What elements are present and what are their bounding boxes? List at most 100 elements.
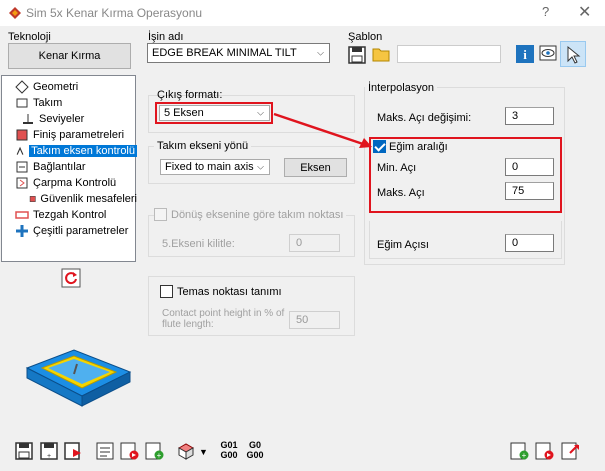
preview-icon[interactable] xyxy=(538,44,558,64)
open-folder-icon[interactable] xyxy=(371,44,391,64)
temas-input[interactable]: 50 xyxy=(289,311,340,329)
teknoloji-label: Teknoloji xyxy=(8,31,51,43)
bottom-toolbar: + + ▼ G01 G00 G0 G00 + xyxy=(0,435,605,471)
tree-item-label: Takım xyxy=(33,97,63,109)
chevron-down-icon[interactable]: ▼ xyxy=(199,447,208,457)
tool-icon xyxy=(16,98,28,108)
cursor-icon xyxy=(567,45,581,64)
tree-item[interactable]: Tezgah Kontrol xyxy=(7,207,137,223)
chevron-down-icon: ⌵ xyxy=(257,107,264,118)
help-button[interactable]: ? xyxy=(542,4,549,19)
g01-g00-button[interactable]: G01 G00 xyxy=(218,440,240,460)
donus-checkbox-row[interactable]: Dönüş eksenine göre takım noktası xyxy=(154,208,347,221)
isin-adi-value: EDGE BREAK MINIMAL TILT xyxy=(152,47,297,59)
calculate-close-icon[interactable] xyxy=(119,441,139,461)
temas-checkbox[interactable] xyxy=(160,285,173,298)
window-title: Sim 5x Kenar Kırma Operasyonu xyxy=(26,6,203,20)
temas-label: Temas noktası tanımı xyxy=(177,285,282,298)
tree-item-label: Finiş parametreleri xyxy=(33,129,125,141)
close-button[interactable]: ✕ xyxy=(578,2,591,22)
collision-icon xyxy=(16,177,28,189)
tree-item-label: Güvenlik mesafeleri xyxy=(40,193,137,205)
misc-params-icon xyxy=(16,225,28,237)
tree-item[interactable]: Geometri xyxy=(7,79,137,95)
maks-aci-degisimi-label: Maks. Açı değişimi: xyxy=(377,112,472,124)
geometry-icon xyxy=(15,80,29,94)
tool-axis-icon xyxy=(16,146,24,155)
stock-box-icon[interactable] xyxy=(176,441,196,461)
donus-checkbox[interactable] xyxy=(154,208,167,221)
isin-adi-combo[interactable]: EDGE BREAK MINIMAL TILT ⌵ xyxy=(147,43,330,63)
machine-control-icon xyxy=(15,211,29,219)
tree-item-label: Bağlantılar xyxy=(33,161,86,173)
clearance-icon xyxy=(29,196,36,202)
eksen-button[interactable]: Eksen xyxy=(284,158,347,177)
save-template-icon[interactable] xyxy=(347,45,367,65)
egim-checkbox-row[interactable]: Eğim aralığı xyxy=(373,140,448,153)
save-icon[interactable] xyxy=(14,441,34,461)
interpolasyon-title: İnterpolasyon xyxy=(365,82,438,94)
tree-item-label: Geometri xyxy=(33,81,79,93)
levels-icon xyxy=(23,114,33,124)
kilitle-label: 5.Ekseni kilitle: xyxy=(162,238,235,250)
run-operation-icon[interactable] xyxy=(534,441,554,461)
calculate-add-icon[interactable]: + xyxy=(144,441,164,461)
egim-checkbox-label: Eğim aralığı xyxy=(389,140,448,153)
kenar-kirma-button[interactable]: Kenar Kırma xyxy=(8,43,131,69)
maks-aci-label: Maks. Açı xyxy=(377,187,425,199)
temas-description: Contact point height in % of flute lengt… xyxy=(162,308,285,330)
sablon-input[interactable] xyxy=(397,45,501,63)
info-icon[interactable]: i xyxy=(515,44,535,64)
g00-label: G00 xyxy=(220,450,238,460)
min-aci-label: Min. Açı xyxy=(377,162,417,174)
calculate-icon[interactable] xyxy=(95,441,115,461)
tree-item-label: Çeşitli parametreler xyxy=(33,225,129,237)
takim-ekseni-title: Takım ekseni yönü xyxy=(154,140,252,152)
tree-item-label: Takım eksen kontrolü xyxy=(29,145,137,157)
takim-ekseni-combo[interactable]: Fixed to main axis ⌵ xyxy=(160,159,270,175)
cikis-formati-value: 5 Eksen xyxy=(164,107,204,119)
tree-item[interactable]: Bağlantılar xyxy=(7,159,137,175)
edge-break-preview-image xyxy=(25,349,132,407)
cikis-formati-combo[interactable]: 5 Eksen ⌵ xyxy=(159,105,270,121)
maks-aci-degisimi-input[interactable]: 3 xyxy=(505,107,554,125)
g0-g00-button[interactable]: G0 G00 xyxy=(243,440,267,460)
parameter-tree: Geometri Takım Seviyeler Finiş parametreler… xyxy=(1,75,137,262)
sablon-label: Şablon xyxy=(348,31,383,43)
app-icon xyxy=(9,7,21,19)
tree-item-label: Tezgah Kontrol xyxy=(33,209,107,221)
min-aci-input[interactable]: 0 xyxy=(505,158,554,176)
save-export-icon[interactable] xyxy=(63,441,83,461)
svg-text:+: + xyxy=(522,451,527,460)
g00-label-2: G00 xyxy=(246,450,264,460)
tree-item[interactable]: Güvenlik mesafeleri xyxy=(7,191,137,207)
tree-item[interactable]: Çarpma Kontrolü xyxy=(7,175,137,191)
tree-item[interactable]: Takım xyxy=(7,95,137,111)
tree-item[interactable]: Çeşitli parametreler xyxy=(7,223,137,239)
svg-text:i: i xyxy=(523,47,527,62)
cikis-formati-label: Çıkış formatı: xyxy=(157,89,223,101)
tree-item[interactable]: Seviyeler xyxy=(7,111,137,127)
tree-item[interactable]: Finiş parametreleri xyxy=(7,127,137,143)
finish-params-icon xyxy=(16,129,28,141)
temas-checkbox-row[interactable]: Temas noktası tanımı xyxy=(160,285,282,298)
title-bar: Sim 5x Kenar Kırma Operasyonu ? ✕ xyxy=(0,0,605,26)
donus-label: Dönüş eksenine göre takım noktası xyxy=(171,208,344,221)
egim-acisi-label: Eğim Açısı xyxy=(377,239,429,251)
tree-item[interactable]: Takım eksen kontrolü xyxy=(7,143,137,159)
annotation-arrow xyxy=(273,112,372,148)
chevron-down-icon: ⌵ xyxy=(257,161,264,172)
kilitle-input[interactable]: 0 xyxy=(289,234,340,252)
svg-text:+: + xyxy=(157,451,162,460)
isin-adi-label: İşin adı xyxy=(148,31,184,43)
exit-icon[interactable] xyxy=(560,441,580,461)
new-operation-icon[interactable]: + xyxy=(509,441,529,461)
egim-acisi-input[interactable]: 0 xyxy=(505,234,554,252)
refresh-icon[interactable] xyxy=(61,268,81,288)
g01-label: G01 xyxy=(220,440,238,450)
links-icon xyxy=(16,161,28,173)
tree-item-label: Çarpma Kontrolü xyxy=(33,177,117,189)
save-as-icon[interactable]: + xyxy=(39,441,59,461)
maks-aci-input[interactable]: 75 xyxy=(505,182,554,200)
pointer-tool-button[interactable] xyxy=(560,41,586,67)
